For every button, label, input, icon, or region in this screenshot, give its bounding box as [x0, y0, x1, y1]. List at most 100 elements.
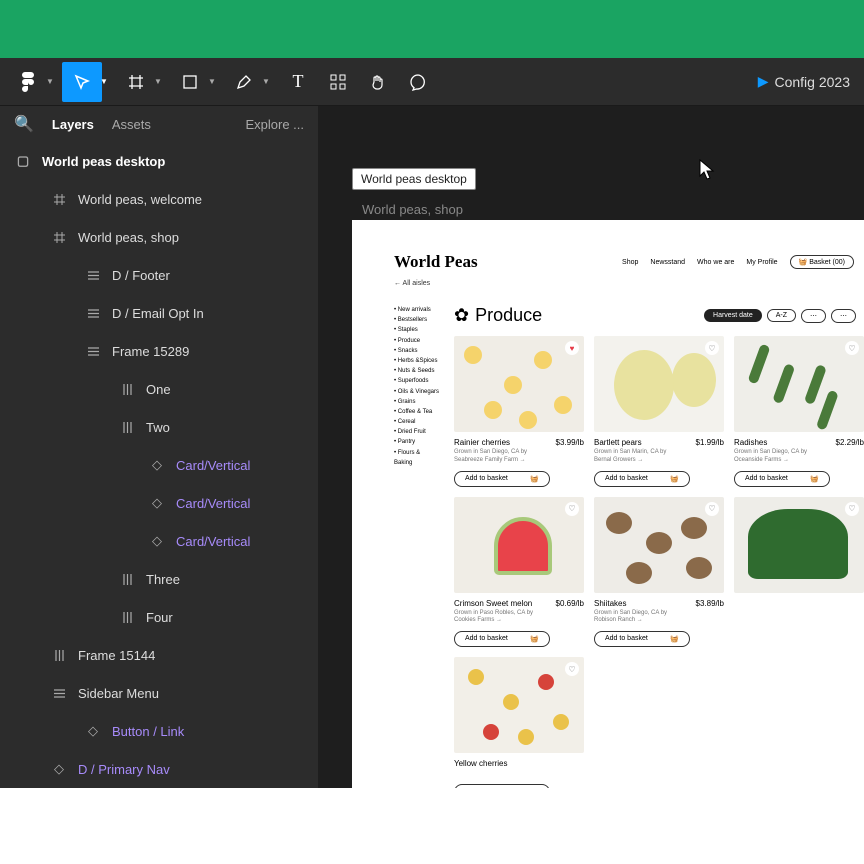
layer-row[interactable]: One [0, 370, 318, 408]
aisle-link[interactable]: • Bestsellers [394, 315, 440, 325]
layer-row[interactable]: Frame 15144 [0, 636, 318, 674]
aisle-link[interactable]: • Grains [394, 397, 440, 407]
aisle-link[interactable]: • New arrivals [394, 305, 440, 315]
layer-row[interactable]: ◇Button / Link [0, 712, 318, 750]
product-card[interactable]: ♡Crimson Sweet melon$0.69/lbGrown in Pas… [454, 497, 584, 648]
basket-icon: 🧺 [670, 475, 679, 483]
move-tool[interactable] [62, 62, 102, 102]
nav-link[interactable]: Shop [622, 259, 638, 266]
add-to-basket-button[interactable]: Add to basket🧺 [454, 471, 550, 487]
product-image: ♡ [594, 497, 724, 593]
aisle-link[interactable]: • Dried Fruit [394, 427, 440, 437]
nav-link[interactable]: My Profile [746, 259, 777, 266]
canvas[interactable]: World peas desktop World peas, shop Worl… [318, 106, 864, 788]
aisle-link[interactable]: • Herbs &Spices [394, 356, 440, 366]
comment-tool[interactable] [398, 62, 438, 102]
add-to-basket-button[interactable]: Add to basket🧺 [454, 784, 550, 788]
product-origin [454, 770, 584, 778]
aisle-link[interactable]: • Flours & Baking [394, 448, 440, 468]
figma-menu[interactable] [8, 62, 48, 102]
cursor-icon: ▶ [758, 73, 769, 90]
resources-tool[interactable] [318, 62, 358, 102]
cursor-icon [698, 158, 718, 188]
text-tool[interactable]: T [278, 62, 318, 102]
layer-page-root[interactable]: ▢ World peas desktop [0, 142, 318, 180]
basket-icon: 🧺 [670, 635, 679, 643]
shape-tool[interactable] [170, 62, 210, 102]
layer-row[interactable]: ◇Card/Vertical [0, 522, 318, 560]
page-icon: ▢ [14, 153, 32, 169]
aisle-link[interactable]: • Superfoods [394, 376, 440, 386]
layer-row[interactable]: D / Email Opt In [0, 294, 318, 332]
sort-chip[interactable]: ⋯ [801, 309, 826, 323]
layer-icon: ◇ [50, 761, 68, 777]
layer-label: Sidebar Menu [78, 686, 159, 701]
file-name[interactable]: ▶ Config 2023 [758, 73, 850, 90]
breadcrumb[interactable]: ← All aisles [394, 280, 864, 287]
favorite-icon[interactable]: ♡ [845, 341, 859, 355]
aisle-link[interactable]: • Oils & Vinegars [394, 387, 440, 397]
aisle-link[interactable]: • Nuts & Seeds [394, 366, 440, 376]
aisle-link[interactable]: • Snacks [394, 346, 440, 356]
product-card[interactable]: ♡Radishes$2.29/lbGrown in San Diego, CA … [734, 336, 864, 487]
nav-link[interactable]: Who we are [697, 259, 734, 266]
add-to-basket-button[interactable]: Add to basket🧺 [594, 631, 690, 647]
artboard-shop: World Peas Shop Newsstand Who we are My Pro… [352, 220, 864, 788]
chevron-down-icon[interactable]: ▼ [100, 77, 110, 86]
favorite-icon[interactable]: ♡ [565, 502, 579, 516]
chevron-down-icon[interactable]: ▼ [208, 77, 218, 86]
pages-dropdown[interactable]: Explore ... [245, 117, 304, 132]
chevron-down-icon[interactable]: ▼ [262, 77, 272, 86]
sort-chip[interactable]: A-Z [767, 309, 796, 322]
layer-row[interactable]: Frame 15289 [0, 332, 318, 370]
product-card[interactable]: ♡ [734, 497, 864, 648]
sort-chip[interactable]: Harvest date [704, 309, 762, 322]
layer-label: Two [146, 420, 170, 435]
tab-layers[interactable]: Layers [52, 117, 94, 132]
layer-row[interactable]: D / Footer [0, 256, 318, 294]
product-name: Rainier cherries [454, 438, 510, 447]
basket-icon: 🧺 [530, 635, 539, 643]
favorite-icon[interactable]: ♥ [565, 341, 579, 355]
favorite-icon[interactable]: ♡ [845, 502, 859, 516]
product-card[interactable]: ♡Bartlett pears$1.99/lbGrown in San Mari… [594, 336, 724, 487]
product-price: $1.99/lb [696, 438, 724, 447]
pen-tool[interactable] [224, 62, 264, 102]
nav-link[interactable]: Newsstand [650, 259, 685, 266]
favorite-icon[interactable]: ♡ [565, 662, 579, 676]
aisle-link[interactable]: • Cereal [394, 417, 440, 427]
sort-chip[interactable]: ⋯ [831, 309, 856, 323]
site-logo[interactable]: World Peas [394, 252, 478, 272]
aisle-link[interactable]: • Produce [394, 336, 440, 346]
aisle-link[interactable]: • Pantry [394, 437, 440, 447]
layer-row[interactable]: Sidebar Menu [0, 674, 318, 712]
layer-row[interactable]: World peas, welcome [0, 180, 318, 218]
layer-row[interactable]: ◇Card/Vertical [0, 446, 318, 484]
layer-row[interactable]: ◇Card/Vertical [0, 484, 318, 522]
category-sidebar: • New arrivals• Bestsellers• Staples• Pr… [394, 305, 440, 788]
tab-assets[interactable]: Assets [112, 117, 151, 132]
add-to-basket-button[interactable]: Add to basket🧺 [734, 471, 830, 487]
product-card[interactable]: ♥Rainier cherries$3.99/lbGrown in San Di… [454, 336, 584, 487]
product-card[interactable]: ♡Shiitakes$3.89/lbGrown in San Diego, CA… [594, 497, 724, 648]
favorite-icon[interactable]: ♡ [705, 502, 719, 516]
add-to-basket-button[interactable]: Add to basket🧺 [594, 471, 690, 487]
search-icon[interactable]: 🔍 [14, 114, 34, 134]
layer-row[interactable]: ◇D / Primary Nav [0, 750, 318, 788]
product-name: Bartlett pears [594, 438, 642, 447]
add-to-basket-button[interactable]: Add to basket🧺 [454, 631, 550, 647]
chevron-down-icon[interactable]: ▼ [46, 77, 56, 86]
frame-tool[interactable] [116, 62, 156, 102]
hand-tool[interactable] [358, 62, 398, 102]
product-card[interactable]: ♡Yellow cherriesAdd to basket🧺 [454, 657, 584, 788]
layer-row[interactable]: World peas, shop [0, 218, 318, 256]
favorite-icon[interactable]: ♡ [705, 341, 719, 355]
aisle-link[interactable]: • Staples [394, 325, 440, 335]
basket-button[interactable]: 🧺 Basket (00) [790, 255, 854, 269]
frame-label[interactable]: World peas desktop [352, 168, 476, 190]
layer-row[interactable]: Two [0, 408, 318, 446]
layer-row[interactable]: Three [0, 560, 318, 598]
chevron-down-icon[interactable]: ▼ [154, 77, 164, 86]
aisle-link[interactable]: • Coffee & Tea [394, 407, 440, 417]
layer-row[interactable]: Four [0, 598, 318, 636]
